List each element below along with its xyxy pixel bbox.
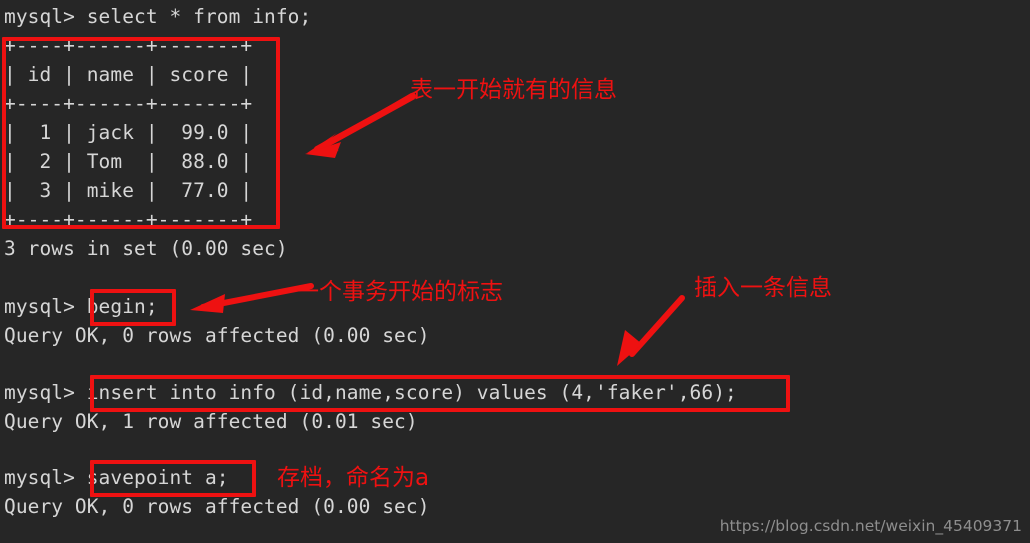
highlight-box-savepoint bbox=[90, 460, 256, 497]
note-begin-label: 一个事务开始的标志 bbox=[296, 279, 503, 305]
note-insert-label: 插入一条信息 bbox=[694, 275, 832, 301]
note-savepoint-label: 存档，命名为a bbox=[277, 465, 430, 491]
arrow-to-result-table bbox=[305, 93, 416, 158]
highlight-box-begin bbox=[90, 289, 176, 326]
arrow-to-insert bbox=[617, 295, 685, 366]
watermark: https://blog.csdn.net/weixin_45409371 bbox=[719, 517, 1022, 535]
highlight-box-result-table bbox=[2, 37, 280, 229]
highlight-box-insert bbox=[90, 375, 790, 412]
terminal-screenshot: mysql> select * from info; +----+------+… bbox=[0, 0, 1030, 543]
terminal-line-begin-result: Query OK, 0 rows affected (0.00 sec) bbox=[4, 324, 430, 347]
terminal-line-prompt-select: mysql> select * from info; bbox=[4, 5, 312, 28]
terminal-line-rows-in-set: 3 rows in set (0.00 sec) bbox=[4, 237, 288, 260]
note-table-label: 表一开始就有的信息 bbox=[410, 77, 617, 103]
